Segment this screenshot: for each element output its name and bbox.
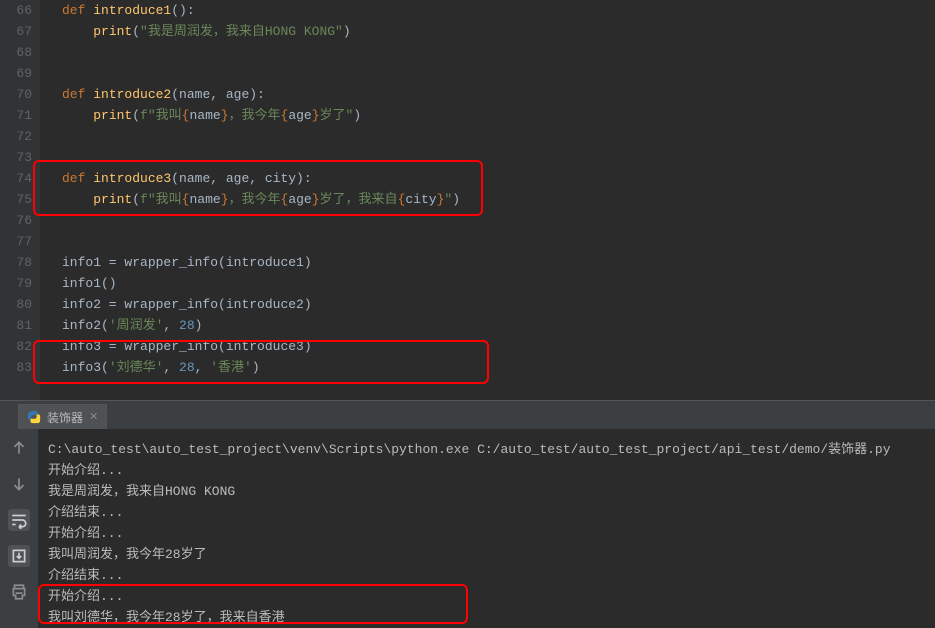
line-number: 80 <box>0 294 32 315</box>
code-line-82[interactable]: info3 = wrapper_info(introduce3) <box>62 336 935 357</box>
print-button[interactable] <box>8 581 30 603</box>
code-line-77[interactable] <box>62 231 935 252</box>
run-tool-window: 装饰器 ✕ C:\auto_test\auto_test_project\ven… <box>0 400 935 628</box>
line-number: 67 <box>0 21 32 42</box>
line-number: 76 <box>0 210 32 231</box>
params: (name, age): <box>171 87 265 102</box>
builtin-print: print <box>93 24 132 39</box>
line-number: 82 <box>0 336 32 357</box>
params: (name, age, city): <box>171 171 311 186</box>
line-number: 70 <box>0 84 32 105</box>
line-number: 83 <box>0 357 32 378</box>
function-name: introduce2 <box>93 87 171 102</box>
call: wrapper_info <box>124 297 218 312</box>
code-line-70[interactable]: def introduce2(name, age): <box>62 84 935 105</box>
call: wrapper_info <box>124 339 218 354</box>
line-number: 71 <box>0 105 32 126</box>
line-number: 69 <box>0 63 32 84</box>
output-line: 我是周润发，我来自HONG KONG <box>48 481 935 502</box>
code-line-69[interactable] <box>62 63 935 84</box>
code-line-81[interactable]: info2('周润发', 28) <box>62 315 935 336</box>
python-file-icon <box>27 410 41 424</box>
run-tab[interactable]: 装饰器 ✕ <box>18 404 107 429</box>
line-number: 75 <box>0 189 32 210</box>
code-line-80[interactable]: info2 = wrapper_info(introduce2) <box>62 294 935 315</box>
keyword-def: def <box>62 3 93 18</box>
output-line: 我叫周润发，我今年28岁了 <box>48 544 935 565</box>
console-toolbar <box>0 429 38 628</box>
scroll-to-end-button[interactable] <box>8 545 30 567</box>
output-line: 开始介绍... <box>48 586 935 607</box>
code-line-68[interactable] <box>62 42 935 63</box>
line-number: 81 <box>0 315 32 336</box>
run-tab-label: 装饰器 <box>47 409 83 426</box>
console-tabbar: 装饰器 ✕ <box>0 401 935 429</box>
close-icon[interactable]: ✕ <box>89 410 98 424</box>
output-line: 开始介绍... <box>48 523 935 544</box>
code-line-79[interactable]: info1() <box>62 273 935 294</box>
output-line: 介绍结束... <box>48 502 935 523</box>
line-number: 73 <box>0 147 32 168</box>
params: (): <box>171 3 194 18</box>
code-line-76[interactable] <box>62 210 935 231</box>
code-line-75[interactable]: print(f"我叫{name}，我今年{age}岁了，我来自{city}") <box>62 189 935 210</box>
code-line-83[interactable]: info3('刘德华', 28, '香港') <box>62 357 935 378</box>
code-line-72[interactable] <box>62 126 935 147</box>
code-line-73[interactable] <box>62 147 935 168</box>
code-line-67[interactable]: print("我是周润发，我来自HONG KONG") <box>62 21 935 42</box>
line-number: 78 <box>0 252 32 273</box>
string-literal: "我是周润发，我来自HONG KONG" <box>140 24 343 39</box>
keyword-def: def <box>62 87 93 102</box>
line-number: 68 <box>0 42 32 63</box>
builtin-print: print <box>93 108 132 123</box>
soft-wrap-button[interactable] <box>8 509 30 531</box>
line-number: 79 <box>0 273 32 294</box>
output-line: C:\auto_test\auto_test_project\venv\Scri… <box>48 439 935 460</box>
code-line-66[interactable]: def introduce1(): <box>62 0 935 21</box>
function-name: introduce3 <box>93 171 171 186</box>
function-name: introduce1 <box>93 3 171 18</box>
console-output[interactable]: C:\auto_test\auto_test_project\venv\Scri… <box>38 429 935 628</box>
line-number: 74 <box>0 168 32 189</box>
line-number: 72 <box>0 126 32 147</box>
output-line: 介绍结束... <box>48 565 935 586</box>
scroll-up-button[interactable] <box>8 437 30 459</box>
line-number: 77 <box>0 231 32 252</box>
line-number: 66 <box>0 0 32 21</box>
code-editor[interactable]: 66 67 68 69 70 71 72 73 74 75 76 77 78 7… <box>0 0 935 400</box>
call: wrapper_info <box>124 255 218 270</box>
scroll-down-button[interactable] <box>8 473 30 495</box>
code-line-71[interactable]: print(f"我叫{name}，我今年{age}岁了") <box>62 105 935 126</box>
line-number-gutter: 66 67 68 69 70 71 72 73 74 75 76 77 78 7… <box>0 0 40 400</box>
code-line-78[interactable]: info1 = wrapper_info(introduce1) <box>62 252 935 273</box>
code-column[interactable]: def introduce1(): print("我是周润发，我来自HONG K… <box>40 0 935 400</box>
builtin-print: print <box>93 192 132 207</box>
output-line: 我叫刘德华，我今年28岁了，我来自香港 <box>48 607 935 628</box>
code-line-74[interactable]: def introduce3(name, age, city): <box>62 168 935 189</box>
output-line: 开始介绍... <box>48 460 935 481</box>
keyword-def: def <box>62 171 93 186</box>
